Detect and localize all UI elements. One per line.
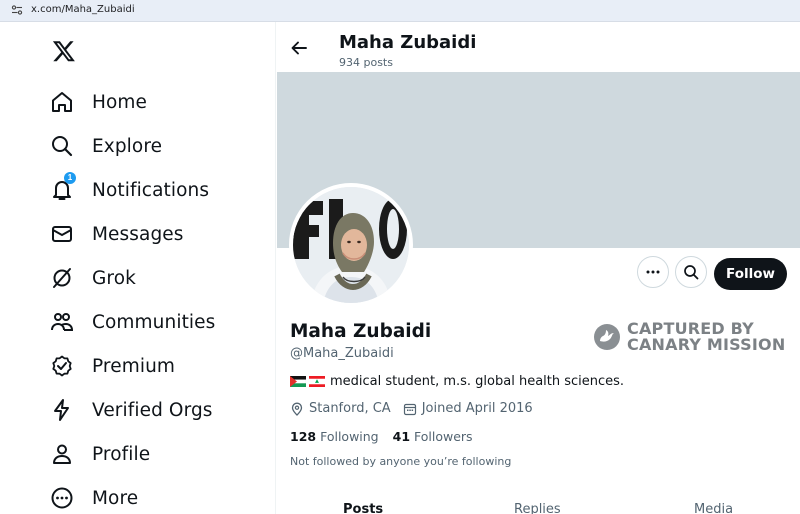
not-followed-note: Not followed by anyone you’re following [290,455,512,468]
nav-item-messages[interactable]: Messages [50,219,184,249]
more-options-button[interactable] [637,256,669,288]
profile-meta: Stanford, CA Joined April 2016 [290,401,545,416]
follow-counts: 128 Following 41 Followers [290,429,473,444]
follow-button[interactable]: Follow [714,258,787,290]
nav-item-explore[interactable]: Explore [50,131,162,161]
nav-label: Verified Orgs [92,399,213,421]
person-icon [50,442,74,466]
x-logo-icon[interactable] [52,39,76,63]
sidebar-nav: Home Explore 1 Notifications Messages Gr… [0,22,276,514]
communities-icon [50,310,74,334]
location-pin-icon [291,402,303,416]
browser-address-bar[interactable]: x.com/Maha_Zubaidi [0,0,800,22]
more-circle-icon [50,486,74,510]
nav-label: Notifications [92,179,210,201]
nav-label: Home [92,91,148,113]
profile-location: Stanford, CA [309,401,391,416]
header-posts-count: 934 posts [339,56,393,69]
palestine-flag-icon [289,376,307,387]
nav-item-profile[interactable]: Profile [50,439,150,469]
nav-label: Messages [92,223,184,245]
nav-item-more[interactable]: More [50,483,138,513]
following-link[interactable]: 128 Following [290,429,379,444]
envelope-icon [50,222,74,246]
watermark: CAPTURED BY CANARY MISSION [593,321,785,353]
back-arrow-icon[interactable] [290,39,308,57]
header-name: Maha Zubaidi [339,32,477,53]
site-settings-icon[interactable] [11,4,23,16]
nav-item-verified-orgs[interactable]: Verified Orgs [50,395,213,425]
profile-bio: medical student, m.s. global health scie… [289,374,625,389]
bell-icon: 1 [50,172,76,202]
following-label: Following [320,429,379,444]
nav-label: Explore [92,135,163,157]
nav-label: Profile [92,443,151,465]
home-icon [50,90,74,114]
calendar-icon [403,403,416,415]
profile-handle: @Maha_Zubaidi [290,346,394,361]
lebanon-flag-icon [309,376,325,387]
followers-count: 41 [392,429,411,444]
lightning-icon [50,398,74,422]
profile-name: Maha Zubaidi [290,321,432,342]
nav-item-premium[interactable]: Premium [50,351,175,381]
profile-joined: Joined April 2016 [421,401,533,416]
avatar-photo [293,187,409,303]
tab-media[interactable]: Media [694,502,733,514]
avatar[interactable] [289,183,413,307]
nav-item-notifications[interactable]: 1 Notifications [50,172,210,205]
nav-label: Premium [92,355,176,377]
profile-header-bar: Maha Zubaidi 934 posts [277,22,800,72]
grok-icon [50,266,74,290]
followers-link[interactable]: 41 Followers [393,429,473,444]
nav-item-communities[interactable]: Communities [50,307,215,337]
watermark-line-2: CANARY MISSION [627,335,786,354]
nav-label: Communities [92,311,216,333]
canary-mission-logo-icon [594,324,620,350]
nav-label: Grok [92,267,136,289]
url-text[interactable]: x.com/Maha_Zubaidi [31,4,135,15]
nav-label: More [92,487,139,509]
bio-text: medical student, m.s. global health scie… [330,374,625,389]
more-dots-icon [646,270,660,274]
following-count: 128 [290,429,317,444]
tab-posts[interactable]: Posts [343,502,383,514]
tab-replies[interactable]: Replies [514,502,561,514]
search-profile-button[interactable] [675,256,707,288]
followers-label: Followers [414,429,473,444]
verified-badge-icon [50,354,74,378]
nav-item-home[interactable]: Home [50,87,147,117]
profile-main: Maha Zubaidi 934 posts Follow Maha Zubai… [277,22,800,514]
nav-item-grok[interactable]: Grok [50,263,136,293]
notification-badge: 1 [64,172,76,184]
search-icon [50,134,74,158]
search-icon [684,265,699,280]
